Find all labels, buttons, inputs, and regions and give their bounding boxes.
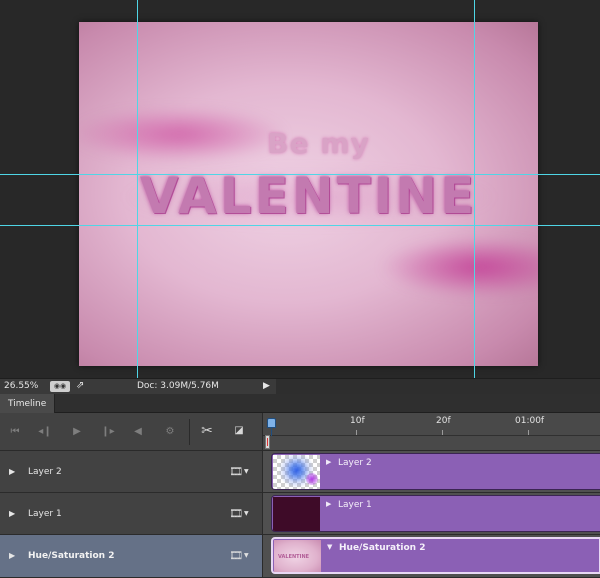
- clip-thumbnail: [273, 455, 320, 489]
- go-to-first-frame-icon[interactable]: ⏮: [8, 426, 22, 437]
- clip-bar[interactable]: ▶ Layer 1: [271, 495, 600, 532]
- expand-triangle-icon[interactable]: ▶: [9, 551, 15, 560]
- guide-horizontal[interactable]: [0, 225, 600, 226]
- status-bar-fill: [276, 379, 600, 394]
- settings-gear-icon[interactable]: ⚙: [163, 426, 177, 437]
- document-artwork[interactable]: Be my VALENTINE: [79, 22, 538, 366]
- expand-arrow-icon[interactable]: ▶: [263, 381, 270, 391]
- track-row-hue-saturation-2: ▶ Hue/Saturation 2 🎞 ▼ VALENTINE ▼ Hue/S…: [0, 535, 600, 578]
- previous-frame-icon[interactable]: ◂❙: [38, 426, 52, 437]
- track-name: Layer 1: [28, 509, 62, 519]
- clip-label: Layer 2: [338, 458, 372, 468]
- expand-triangle-icon[interactable]: ▶: [9, 509, 15, 518]
- expand-triangle-icon[interactable]: ▶: [326, 458, 331, 466]
- expand-triangle-icon[interactable]: ▶: [9, 467, 15, 476]
- transition-icon[interactable]: ◪: [232, 425, 246, 436]
- audio-icon[interactable]: ◀: [131, 426, 145, 437]
- chevron-down-icon[interactable]: ▼: [244, 552, 249, 559]
- clip-bar[interactable]: VALENTINE ▼ Hue/Saturation 2: [271, 537, 600, 574]
- status-bar: 26.55% ◉◉ ⇗ Doc: 3.09M/5.76M ▶: [0, 378, 600, 394]
- ruler-baseline: [263, 435, 600, 436]
- separator: [189, 419, 190, 445]
- thumbnail-valentine-art: VALENTINE: [278, 554, 310, 560]
- view-toggle-icon[interactable]: ◉◉: [50, 381, 70, 392]
- timeline-controls: ⏮ ◂❙ ▶ ❙▸ ◀ ⚙ ✂ ◪: [0, 413, 262, 451]
- film-strip-icon[interactable]: 🎞: [229, 549, 243, 562]
- document-size-info: Doc: 3.09M/5.76M: [137, 381, 219, 391]
- track-lane: VALENTINE ▼ Hue/Saturation 2: [262, 535, 600, 578]
- track-lane: ▶ Layer 2: [262, 451, 600, 493]
- zoom-level-field[interactable]: 26.55%: [4, 381, 38, 391]
- scissors-icon[interactable]: ✂: [200, 423, 214, 439]
- playhead-handle[interactable]: [267, 418, 276, 428]
- guide-vertical[interactable]: [474, 0, 475, 378]
- guide-vertical[interactable]: [137, 0, 138, 378]
- track-header[interactable]: ▶ Layer 1 🎞 ▼: [0, 493, 262, 535]
- clip-label: Layer 1: [338, 500, 372, 510]
- guide-horizontal[interactable]: [0, 174, 600, 175]
- clip-label: Hue/Saturation 2: [339, 543, 426, 553]
- track-name: Layer 2: [28, 467, 62, 477]
- photoshop-window: Be my VALENTINE 26.55% ◉◉ ⇗ Doc: 3.09M/5…: [0, 0, 600, 578]
- track-header[interactable]: ▶ Hue/Saturation 2 🎞 ▼: [0, 535, 262, 578]
- film-strip-icon[interactable]: 🎞: [229, 507, 243, 520]
- collapse-triangle-icon[interactable]: ▼: [327, 543, 332, 551]
- panel-tab-bar: Timeline: [0, 394, 600, 413]
- ruler-label-10f: 10f: [350, 416, 365, 426]
- next-frame-icon[interactable]: ❙▸: [101, 426, 115, 437]
- tab-timeline[interactable]: Timeline: [0, 394, 55, 413]
- chevron-down-icon[interactable]: ▼: [244, 510, 249, 517]
- clip-thumbnail: VALENTINE: [274, 540, 321, 572]
- ruler-label-1s: 01:00f: [515, 416, 545, 426]
- share-icon[interactable]: ⇗: [76, 380, 84, 391]
- artwork-text-valentine: VALENTINE: [139, 167, 478, 225]
- track-row-layer-1: ▶ Layer 1 🎞 ▼ ▶ Layer 1: [0, 493, 600, 535]
- glitter-swirl-right: [379, 237, 538, 297]
- track-row-layer-2: ▶ Layer 2 🎞 ▼ ▶ Layer 2: [0, 451, 600, 493]
- document-canvas-area[interactable]: Be my VALENTINE: [0, 0, 600, 378]
- clip-thumbnail: [273, 497, 320, 531]
- chevron-down-icon[interactable]: ▼: [244, 468, 249, 475]
- track-header[interactable]: ▶ Layer 2 🎞 ▼: [0, 451, 262, 493]
- artwork-text-be-my: Be my: [267, 127, 370, 160]
- film-strip-icon[interactable]: 🎞: [229, 465, 243, 478]
- ruler-label-20f: 20f: [436, 416, 451, 426]
- playhead-line: [271, 428, 272, 436]
- time-ruler[interactable]: 10f 20f 01:00f: [262, 413, 600, 451]
- clip-bar[interactable]: ▶ Layer 2: [271, 453, 600, 490]
- work-area-start-marker[interactable]: [265, 435, 270, 449]
- play-icon[interactable]: ▶: [70, 426, 84, 437]
- expand-triangle-icon[interactable]: ▶: [326, 500, 331, 508]
- track-lane: ▶ Layer 1: [262, 493, 600, 535]
- track-name: Hue/Saturation 2: [28, 551, 115, 561]
